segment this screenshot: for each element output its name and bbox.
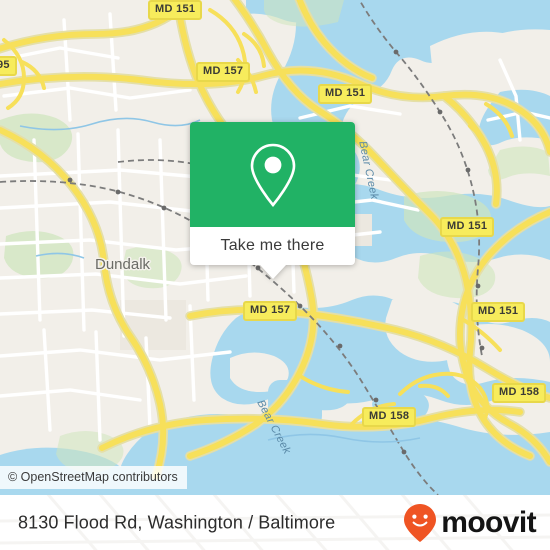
take-me-there-label: Take me there — [220, 237, 325, 254]
popup-footer[interactable]: Take me there — [190, 227, 355, 279]
popup-tail — [259, 265, 286, 279]
highway-shield-i95: 95 — [0, 56, 17, 76]
map-pin-icon — [250, 143, 295, 207]
moovit-wordmark: moovit — [441, 505, 536, 539]
map-popup-card[interactable]: Take me there — [190, 122, 355, 279]
highway-shield-md151-se: MD 151 — [471, 302, 526, 322]
highway-shield-md158-west: MD 158 — [362, 407, 417, 427]
moovit-map-screenshot: MD 151 MD 157 MD 151 95 MD 151 MD 151 MD… — [0, 0, 550, 550]
map-canvas[interactable]: MD 151 MD 157 MD 151 95 MD 151 MD 151 MD… — [0, 0, 550, 495]
moovit-pin-icon — [404, 503, 437, 542]
bottom-bar: 8130 Flood Rd, Washington / Baltimore mo… — [0, 495, 550, 550]
highway-shield-md157-south: MD 157 — [243, 301, 298, 321]
highway-shield-md158-east: MD 158 — [492, 383, 547, 403]
highway-shield-md151-mid: MD 151 — [318, 84, 373, 104]
highway-shield-md151-north: MD 151 — [148, 0, 203, 20]
address-text: 8130 Flood Rd, Washington / Baltimore — [18, 512, 336, 532]
popup-header — [190, 122, 355, 227]
place-label-dundalk: Dundalk — [95, 256, 151, 273]
highway-shield-md151-east: MD 151 — [440, 217, 495, 237]
moovit-logo[interactable]: moovit — [403, 503, 537, 543]
osm-attribution[interactable]: © OpenStreetMap contributors — [0, 466, 187, 489]
highway-shield-md157-north: MD 157 — [196, 62, 251, 82]
